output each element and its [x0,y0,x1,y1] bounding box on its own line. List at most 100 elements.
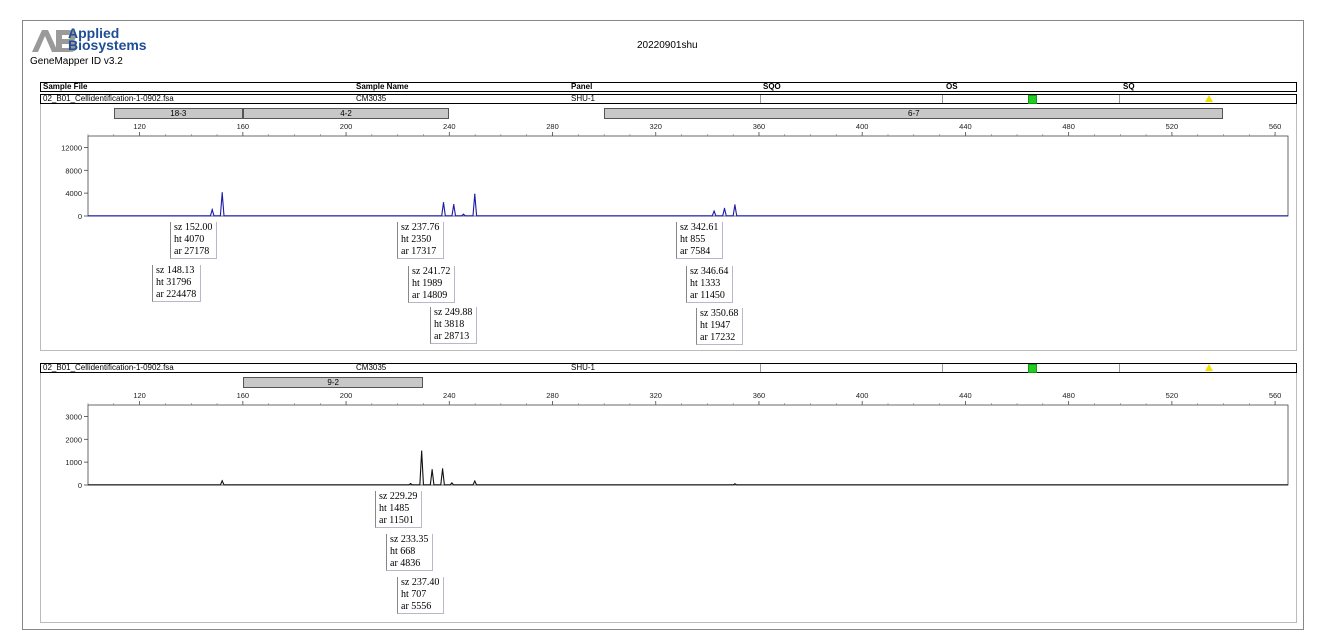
peak-point[interactable] [462,213,465,215]
peak-label[interactable]: sz 237.40 ht 707 ar 5556 [397,577,445,614]
panel-2-sample-name: CM3035 [356,363,387,372]
peak-point[interactable] [474,480,476,482]
signal-trace [88,192,1288,217]
x-tick-label: 200 [340,392,353,400]
software-version: GeneMapper ID v3.2 [30,56,123,67]
peak-label[interactable]: sz 152.00 ht 4070 ar 27178 [170,222,218,259]
peak-label-ht: ht 3818 [434,319,465,330]
y-tick-label: 3000 [65,412,82,421]
x-tick-label: 440 [959,392,972,400]
peak-label[interactable]: sz 148.13 ht 31796 ar 224478 [152,265,202,302]
peak-label-sz: sz 346.64 [690,266,729,277]
peak-label-ar: ar 11450 [690,290,725,301]
peak-label-ar: ar 11501 [379,515,414,526]
peak-label-sz: sz 152.00 [174,222,213,233]
x-tick-label: 400 [856,392,869,400]
peak-point[interactable] [421,450,423,452]
y-tick-label: 12000 [61,143,82,152]
peak-point[interactable] [713,210,715,212]
peak-label[interactable]: sz 346.64 ht 1333 ar 11450 [686,266,734,303]
peak-label[interactable]: sz 237.76 ht 2350 ar 17317 [397,222,445,259]
y-tick-label: 2000 [65,435,82,444]
peak-label[interactable]: sz 342.61 ht 855 ar 7584 [676,222,724,259]
brand-name: Applied Biosystems [68,26,147,52]
col-sample-file: Sample File [43,82,88,91]
peak-point[interactable] [221,480,223,482]
peak-point[interactable] [453,204,455,206]
peak-label-ht: ht 4070 [174,234,205,245]
peak-label-sz: sz 233.35 [390,534,429,545]
panel-1-sq-warning-icon [1205,95,1213,102]
y-tick-label: 0 [78,212,82,220]
peak-label-sz: sz 237.40 [401,577,440,588]
peak-label-sz: sz 229.29 [379,491,418,502]
peak-label-ar: ar 224478 [156,289,197,300]
allele-bin[interactable]: 9-2 [242,377,424,388]
peak-label-ar: ar 17317 [401,246,437,257]
panel-1-panel: SHU-1 [571,94,596,103]
peak-point[interactable] [431,469,433,471]
col-os: OS [946,82,958,91]
x-tick-label: 160 [237,392,250,400]
peak-label-ht: ht 855 [680,234,706,245]
peak-point[interactable] [734,483,736,485]
x-tick-label: 480 [1062,122,1075,131]
x-tick-label: 280 [546,392,559,400]
peak-label-ht: ht 1485 [379,503,410,514]
y-tick-label: 1000 [65,458,82,467]
peak-label-ar: ar 27178 [174,246,210,257]
peak-label-ht: ht 707 [401,589,427,600]
col-sqo: SQO [763,82,781,91]
peak-point[interactable] [211,209,213,211]
x-tick-label: 160 [237,122,250,131]
allele-bin[interactable]: 4-2 [242,108,450,119]
peak-label[interactable]: sz 350.68 ht 1947 ar 17232 [696,308,744,345]
peak-point[interactable] [474,193,476,195]
peak-label-ht: ht 2350 [401,234,432,245]
x-tick-label: 560 [1269,122,1282,131]
peak-label-ht: ht 31796 [156,277,192,288]
x-tick-label: 200 [340,122,353,131]
panel-1-os-status-icon [1028,95,1037,104]
x-tick-label: 400 [856,122,869,131]
peak-point[interactable] [734,204,736,206]
peak-label[interactable]: sz 241.72 ht 1989 ar 14809 [408,266,456,303]
peak-label[interactable]: sz 233.35 ht 668 ar 4836 [386,534,434,571]
allele-bin[interactable]: 6-7 [604,108,1224,119]
peak-label[interactable]: sz 229.29 ht 1485 ar 11501 [375,491,423,528]
y-tick-label: 4000 [65,189,82,198]
x-tick-label: 360 [753,392,766,400]
x-tick-label: 320 [649,122,662,131]
col-panel: Panel [571,82,593,91]
peak-point[interactable] [441,468,444,470]
peak-point[interactable] [409,483,412,485]
peak-label-sz: sz 249.88 [434,307,473,318]
peak-label-ar: ar 4836 [390,558,421,569]
peak-point[interactable] [723,207,726,209]
peak-point[interactable] [221,192,223,194]
x-tick-label: 360 [753,122,766,131]
peak-label-sz: sz 237.76 [401,222,440,233]
x-tick-label: 120 [133,392,146,400]
allele-bin[interactable]: 18-3 [113,108,243,119]
plot-area-frame [87,404,1289,486]
y-tick-label: 0 [78,481,82,489]
panel-1-sample-name: CM3035 [356,94,387,103]
panel-1-header: 02_B01_Cellidentification-1-0902.fsa CM3… [40,94,1297,104]
peak-label-ar: ar 7584 [680,246,711,257]
peak-label-ht: ht 1989 [412,278,443,289]
peak-label[interactable]: sz 249.88 ht 3818 ar 28713 [430,307,478,344]
signal-trace [88,451,1288,486]
peak-label-sz: sz 241.72 [412,266,451,277]
peak-label-ht: ht 1947 [700,320,731,331]
x-tick-label: 280 [546,122,559,131]
y-tick-label: 8000 [65,166,82,175]
x-tick-label: 240 [443,122,456,131]
peak-point[interactable] [451,482,453,484]
panel-2-header: 02_B01_Cellidentification-1-0902.fsa CM3… [40,363,1297,373]
peak-label-ar: ar 5556 [401,601,432,612]
x-tick-label: 240 [443,392,456,400]
panel-2-sq-warning-icon [1205,364,1213,371]
peak-point[interactable] [442,201,445,204]
col-sample-name: Sample Name [356,82,409,91]
